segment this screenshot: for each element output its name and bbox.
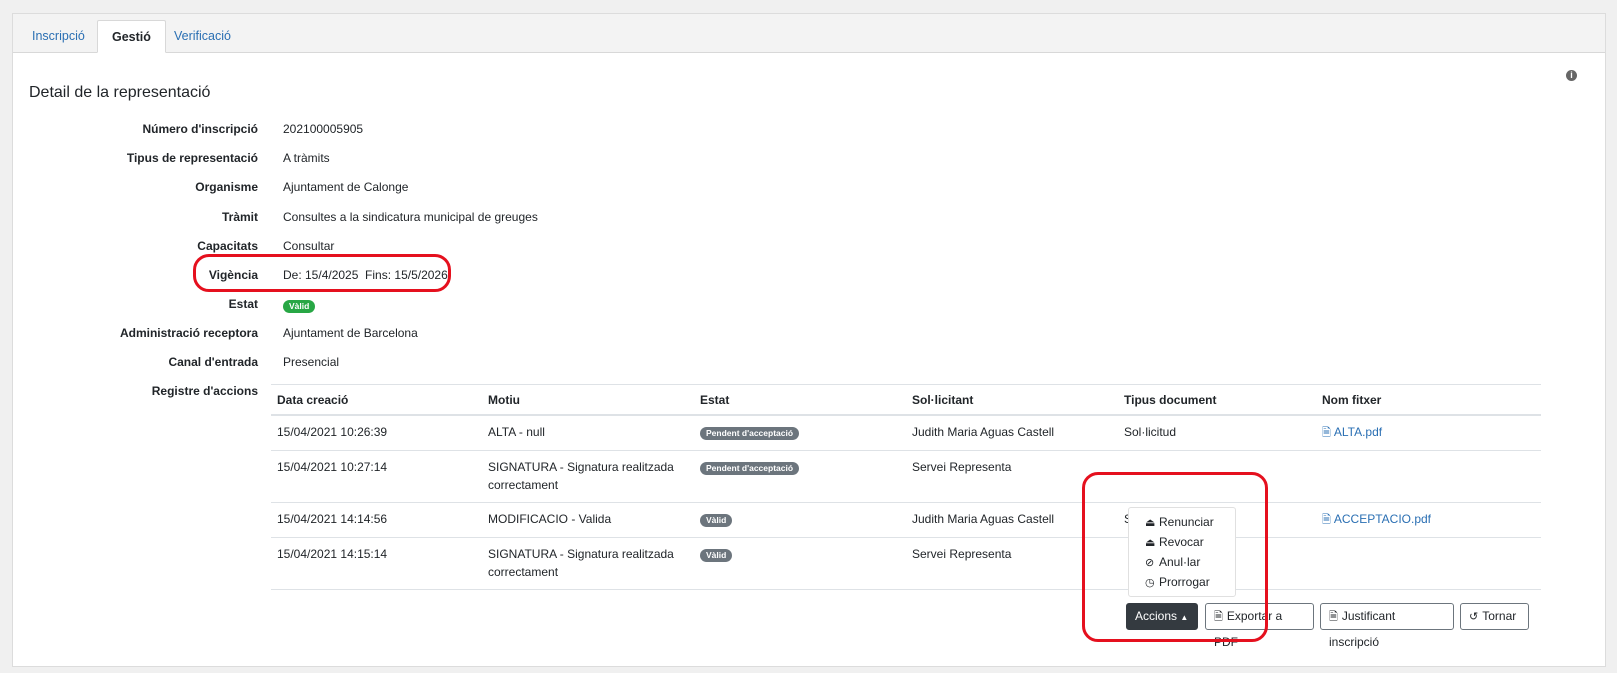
admin-label: Administració receptora <box>119 326 258 340</box>
justificant-button[interactable]: 🗎 Justificant inscripció <box>1320 603 1454 649</box>
tab-gestio[interactable]: Gestió <box>97 20 166 53</box>
cell-sollicitant: Judith Maria Aguas Castell <box>906 415 1118 451</box>
status-badge: Pendent d'acceptació <box>700 462 800 475</box>
table-row: 15/04/2021 10:26:39 ALTA - null Pendent … <box>271 415 1541 451</box>
canal-value: Presencial <box>283 355 340 369</box>
numero-value: 202100005905 <box>283 122 364 136</box>
organisme-value: Ajuntament de Calonge <box>283 180 409 194</box>
info-icon[interactable]: i <box>1566 70 1577 81</box>
cell-estat: Vàlid <box>694 502 906 538</box>
cell-data: 15/04/2021 10:27:14 <box>271 450 482 503</box>
status-badge: Vàlid <box>700 514 733 527</box>
estat-label: Estat <box>228 297 258 311</box>
tramit-value: Consultes a la sindicatura municipal de … <box>283 210 538 224</box>
table-header-row: Data creació Motiu Estat Sol·licitant Ti… <box>271 384 1541 416</box>
cell-estat: Vàlid <box>694 537 906 590</box>
page-title: Detail de la representació <box>29 84 211 101</box>
table-row: 15/04/2021 10:27:14 SIGNATURA - Signatur… <box>271 450 1541 503</box>
col-header-sollicitant[interactable]: Sol·licitant <box>906 384 1118 416</box>
cell-estat: Pendent d'acceptació <box>694 415 906 451</box>
cell-motiu: MODIFICACIO - Valida <box>482 502 694 538</box>
table-row: 15/04/2021 14:14:56 MODIFICACIO - Valida… <box>271 502 1541 538</box>
cell-motiu: SIGNATURA - Signatura realitzada correct… <box>482 537 694 590</box>
canal-label: Canal d'entrada <box>168 355 258 369</box>
file-pdf-icon: 🗎 <box>1322 514 1331 526</box>
vigencia-highlight <box>193 254 451 292</box>
file-pdf-icon: 🗎 <box>1322 427 1331 439</box>
registre-label: Registre d'accions <box>151 384 258 398</box>
file-pdf-icon: 🗎 <box>1329 611 1338 623</box>
cell-fitxer: 🗎 ALTA.pdf <box>1316 415 1541 451</box>
tab-inscripcio[interactable]: Inscripció <box>18 20 99 52</box>
registre-table: Data creació Motiu Estat Sol·licitant Ti… <box>271 384 1541 590</box>
col-header-fitxer[interactable]: Nom fitxer <box>1316 384 1541 416</box>
col-header-tipus[interactable]: Tipus document <box>1118 384 1316 416</box>
cell-data: 15/04/2021 14:15:14 <box>271 537 482 590</box>
status-badge: Pendent d'acceptació <box>700 427 800 440</box>
file-link[interactable]: 🗎 ACCEPTACIO.pdf <box>1322 512 1431 526</box>
cell-fitxer: 🗎 ACCEPTACIO.pdf <box>1316 502 1541 538</box>
cell-data: 15/04/2021 14:14:56 <box>271 502 482 538</box>
capacitats-value: Consultar <box>283 239 335 253</box>
cell-motiu: ALTA - null <box>482 415 694 451</box>
capacitats-label: Capacitats <box>197 239 258 253</box>
file-link[interactable]: 🗎 ALTA.pdf <box>1322 425 1382 439</box>
admin-value: Ajuntament de Barcelona <box>283 326 418 340</box>
numero-label: Número d'inscripció <box>142 122 258 136</box>
cell-motiu: SIGNATURA - Signatura realitzada correct… <box>482 450 694 503</box>
tipus-label: Tipus de representació <box>126 151 258 165</box>
tab-verificacio[interactable]: Verificació <box>160 20 245 52</box>
main-panel: Inscripció Gestió Verificació i Detail d… <box>12 13 1606 667</box>
col-header-data[interactable]: Data creació <box>271 384 482 416</box>
tornar-button[interactable]: ↺ Tornar <box>1460 603 1529 630</box>
undo-icon: ↺ <box>1469 611 1479 623</box>
tramit-label: Tràmit <box>221 210 258 224</box>
cell-estat: Pendent d'acceptació <box>694 450 906 503</box>
table-row: 15/04/2021 14:15:14 SIGNATURA - Signatur… <box>271 537 1541 590</box>
organisme-label: Organisme <box>195 180 258 194</box>
status-badge: Vàlid <box>283 300 316 313</box>
cell-tipus: Sol·licitud <box>1118 415 1316 451</box>
cell-data: 15/04/2021 10:26:39 <box>271 415 482 451</box>
accions-highlight <box>1082 472 1268 642</box>
tab-bar: Inscripció Gestió Verificació <box>13 14 1605 53</box>
cell-fitxer <box>1316 450 1541 503</box>
status-badge: Vàlid <box>700 549 733 562</box>
col-header-motiu[interactable]: Motiu <box>482 384 694 416</box>
tipus-value: A tràmits <box>283 151 330 165</box>
col-header-estat[interactable]: Estat <box>694 384 906 416</box>
cell-fitxer <box>1316 537 1541 590</box>
